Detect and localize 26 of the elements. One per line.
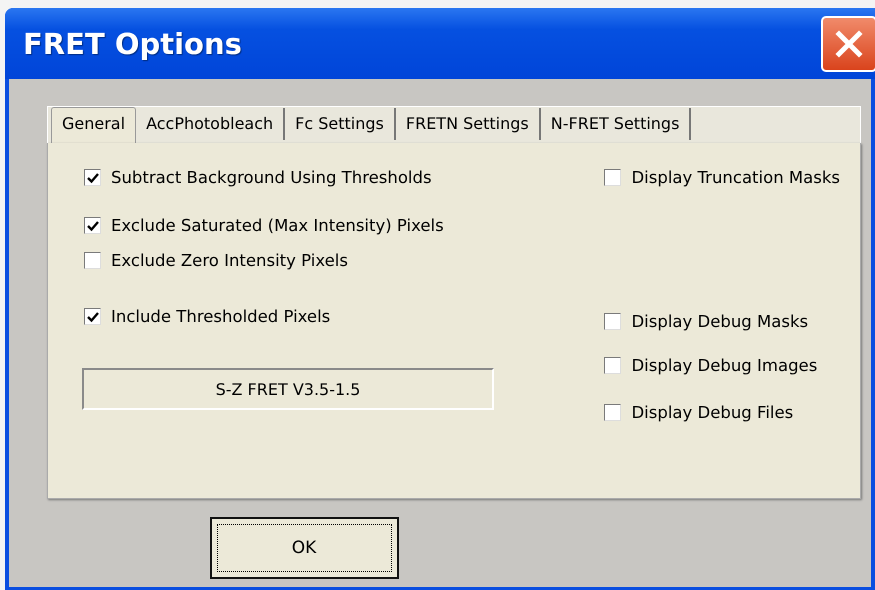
close-icon — [834, 28, 864, 58]
checkbox[interactable] — [84, 252, 101, 269]
checkbox[interactable] — [604, 169, 622, 186]
checkbox-label[interactable]: Display Truncation Masks — [631, 168, 840, 187]
checkbox-label[interactable]: Exclude Saturated (Max Intensity) Pixels — [111, 216, 444, 235]
checkbox[interactable] — [604, 404, 622, 421]
checkbox[interactable] — [604, 357, 622, 374]
close-button[interactable] — [821, 16, 875, 72]
tab[interactable]: General — [51, 107, 136, 143]
checkbox[interactable] — [604, 313, 622, 330]
checkbox-label[interactable]: Include Thresholded Pixels — [111, 307, 330, 326]
version-label: S-Z FRET V3.5-1.5 — [82, 368, 494, 410]
checkbox-label[interactable]: Display Debug Images — [631, 356, 818, 375]
checkbox-label[interactable]: Display Debug Masks — [631, 312, 808, 331]
tab[interactable]: N-FRET Settings — [540, 108, 692, 140]
checkbox[interactable] — [84, 169, 101, 186]
tab[interactable]: Fc Settings — [285, 108, 396, 140]
checkbox[interactable] — [84, 217, 101, 234]
tab[interactable]: AccPhotobleach — [136, 108, 286, 140]
checkbox-label[interactable]: Subtract Background Using Thresholds — [111, 168, 432, 187]
checkbox[interactable] — [84, 308, 101, 325]
checkbox-label[interactable]: Exclude Zero Intensity Pixels — [111, 251, 348, 270]
tab[interactable]: FRETN Settings — [396, 108, 541, 140]
ok-button[interactable]: OK — [210, 517, 398, 579]
checkbox-label[interactable]: Display Debug Files — [631, 403, 794, 422]
window-title: FRET Options — [23, 26, 242, 60]
